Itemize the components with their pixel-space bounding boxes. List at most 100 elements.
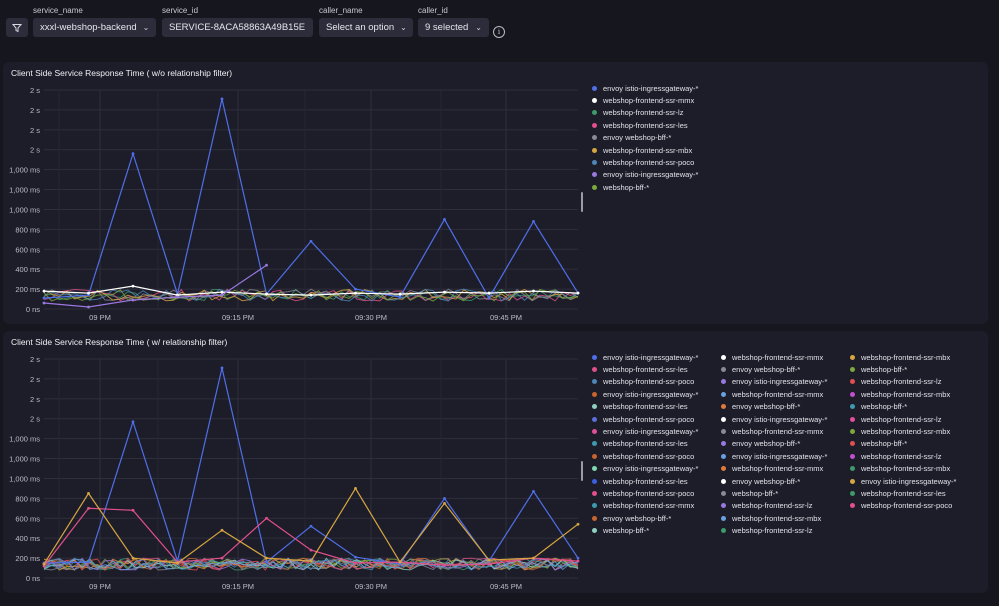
legend-label: webshop-frontend-ssr-mbx [861, 389, 951, 399]
legend-swatch [721, 478, 726, 484]
legend-item[interactable]: webshop-frontend-ssr-lz [721, 500, 812, 512]
legend-item[interactable]: webshop-frontend-ssr-lz [592, 107, 683, 119]
legend-item[interactable]: webshop-frontend-ssr-lz [721, 525, 812, 537]
legend-swatch [850, 366, 855, 372]
legend-item[interactable]: webshop-bff-* [592, 181, 649, 193]
legend-item[interactable]: envoy webshop-bff-* [592, 132, 671, 144]
legend-item[interactable]: webshop-frontend-ssr-les [592, 119, 688, 131]
data-point [532, 556, 535, 560]
legend-swatch [850, 391, 855, 397]
data-point [87, 291, 90, 295]
legend-label: webshop-frontend-ssr-les [603, 364, 688, 374]
legend-item[interactable]: webshop-frontend-ssr-lz [850, 376, 941, 388]
legend-item[interactable]: webshop-frontend-ssr-poco [592, 487, 694, 499]
data-point [176, 561, 179, 565]
legend-item[interactable]: webshop-bff-* [850, 438, 907, 450]
legend-item[interactable]: webshop-frontend-ssr-mmx [721, 463, 823, 475]
legend-item[interactable]: webshop-bff-* [592, 525, 649, 537]
data-point [576, 559, 580, 563]
legend-item[interactable]: webshop-frontend-ssr-les [592, 363, 688, 375]
legend-item[interactable]: webshop-frontend-ssr-mbx [721, 512, 821, 524]
data-point [487, 296, 491, 300]
legend-item[interactable]: webshop-frontend-ssr-poco [592, 156, 694, 168]
legend-item[interactable]: webshop-frontend-ssr-poco [592, 413, 694, 425]
line-chart[interactable]: 2 s 2 s 2 s 2 s 1,000 ms 1,000 ms 1,000 ms 800 … [3, 331, 583, 593]
legend-item[interactable]: envoy istio-ingressgateway-* [592, 425, 698, 437]
legend-label: envoy webshop-bff-* [732, 439, 801, 449]
legend-scrollbar[interactable] [581, 192, 583, 212]
legend-item[interactable]: envoy istio-ingressgateway-* [592, 169, 698, 181]
y-tick-label: 400 ms [15, 265, 40, 274]
legend-item[interactable]: envoy istio-ingressgateway-* [592, 463, 698, 475]
legend-item[interactable]: envoy istio-ingressgateway-* [850, 475, 956, 487]
legend-swatch [850, 478, 855, 484]
legend-item[interactable]: webshop-frontend-ssr-mbx [850, 425, 950, 437]
legend-item[interactable]: webshop-frontend-ssr-mbx [850, 388, 950, 400]
legend-item[interactable]: envoy webshop-bff-* [592, 512, 671, 524]
legend-swatch [850, 503, 855, 509]
legend-item[interactable]: envoy istio-ingressgateway-* [592, 388, 698, 400]
legend-item[interactable]: envoy webshop-bff-* [721, 363, 800, 375]
caller-name-dropdown[interactable]: Select an option ⌄ [319, 18, 413, 37]
x-tick-label: 09:30 PM [355, 313, 387, 322]
legend-item[interactable]: webshop-frontend-ssr-poco [850, 500, 952, 512]
legend-item[interactable]: webshop-frontend-ssr-les [592, 475, 688, 487]
legend-item[interactable]: webshop-frontend-ssr-poco [592, 450, 694, 462]
legend-swatch [592, 528, 597, 534]
legend-item[interactable]: envoy webshop-bff-* [721, 475, 800, 487]
service-name-dropdown[interactable]: xxxl-webshop-backend ⌄ [33, 18, 156, 37]
data-point [220, 290, 224, 294]
legend-label: webshop-frontend-ssr-mmx [732, 426, 824, 436]
legend-swatch [592, 515, 597, 521]
legend-item[interactable]: envoy webshop-bff-* [721, 401, 800, 413]
legend-item[interactable]: envoy istio-ingressgateway-* [721, 450, 827, 462]
legend-item[interactable]: webshop-frontend-ssr-mbx [850, 351, 950, 363]
legend-item[interactable]: webshop-bff-* [850, 363, 907, 375]
service-id-dropdown[interactable]: SERVICE-8ACA58863A49B15E ⌄ [162, 18, 313, 37]
legend-item[interactable]: webshop-frontend-ssr-poco [592, 376, 694, 388]
legend-item[interactable]: webshop-frontend-ssr-mbx [850, 463, 950, 475]
legend-item[interactable]: webshop-bff-* [721, 487, 778, 499]
legend-item[interactable]: webshop-frontend-ssr-mmx [721, 425, 823, 437]
legend-label: webshop-bff-* [861, 402, 908, 412]
legend-item[interactable]: envoy istio-ingressgateway-* [592, 351, 698, 363]
legend-item[interactable]: webshop-frontend-ssr-les [592, 401, 688, 413]
legend-item[interactable]: webshop-frontend-ssr-lz [850, 413, 941, 425]
legend-item[interactable]: webshop-frontend-ssr-mbx [592, 144, 692, 156]
legend-swatch [850, 490, 855, 496]
legend-swatch [850, 416, 855, 422]
legend-swatch [721, 416, 726, 422]
legend-item[interactable]: envoy istio-ingressgateway-* [721, 376, 827, 388]
legend-label: envoy webshop-bff-* [603, 513, 672, 523]
data-point [220, 97, 224, 101]
legend-item[interactable]: envoy istio-ingressgateway-* [592, 82, 698, 94]
data-point [532, 489, 535, 493]
data-point [443, 496, 446, 500]
line-chart[interactable]: 2 s 2 s 2 s 2 s 1,000 ms 1,000 ms 1,000 ms 800 … [3, 62, 583, 324]
legend-label: webshop-frontend-ssr-mbx [732, 513, 822, 523]
y-tick-label: 600 ms [15, 514, 40, 523]
y-tick-label: 1,000 ms [9, 166, 40, 175]
legend-item[interactable]: webshop-frontend-ssr-les [850, 487, 946, 499]
info-icon[interactable]: i [493, 26, 505, 38]
x-tick-label: 09 PM [89, 313, 111, 322]
legend-item[interactable]: webshop-frontend-ssr-les [592, 438, 688, 450]
legend-item[interactable]: webshop-frontend-ssr-mmx [592, 94, 694, 106]
legend-label: envoy webshop-bff-* [732, 476, 801, 486]
legend-swatch [592, 366, 597, 372]
filter-button[interactable] [6, 18, 28, 37]
legend-item[interactable]: webshop-bff-* [850, 401, 907, 413]
legend-item[interactable]: webshop-frontend-ssr-mmx [592, 500, 694, 512]
legend-item[interactable]: envoy istio-ingressgateway-* [721, 413, 827, 425]
legend-scrollbar[interactable] [581, 461, 583, 481]
legend-item[interactable]: webshop-frontend-ssr-mmx [721, 388, 823, 400]
legend-item[interactable]: webshop-frontend-ssr-mmx [721, 351, 823, 363]
y-tick-label: 0 ns [26, 574, 40, 583]
legend-label: envoy webshop-bff-* [603, 133, 672, 143]
legend-swatch [721, 466, 726, 472]
legend-item[interactable]: envoy webshop-bff-* [721, 438, 800, 450]
data-point [576, 522, 580, 526]
data-point [354, 487, 357, 490]
caller-id-dropdown[interactable]: 9 selected ⌄ [418, 18, 489, 37]
legend-item[interactable]: webshop-frontend-ssr-lz [850, 450, 941, 462]
